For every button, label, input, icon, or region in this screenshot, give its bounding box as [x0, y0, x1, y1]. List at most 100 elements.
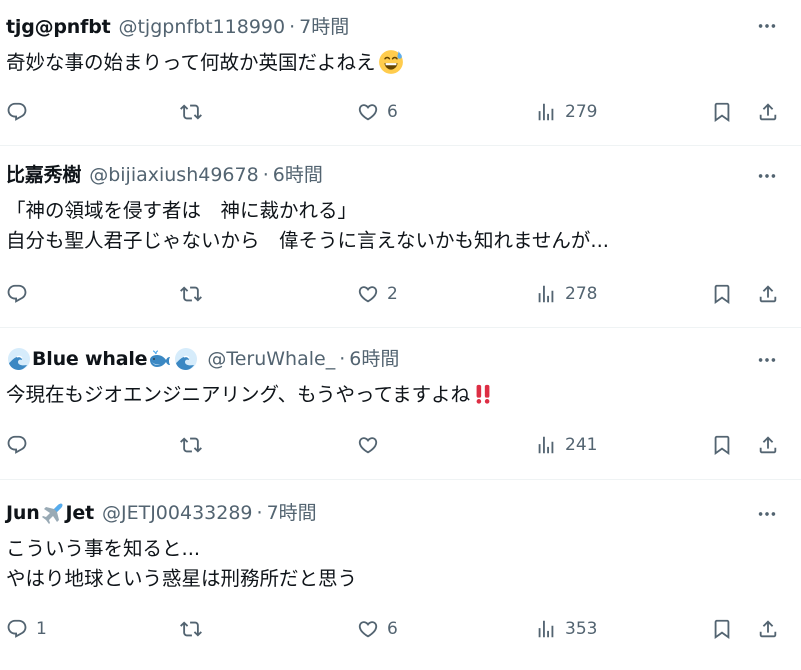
- like-button[interactable]: 6: [357, 97, 398, 127]
- wave-emoji: [174, 347, 198, 371]
- reply-button[interactable]: 1: [6, 614, 47, 644]
- tweet-text-line: こういう事を知ると...: [6, 537, 201, 560]
- bookmark-button[interactable]: [711, 614, 733, 644]
- tweet[interactable]: Blue whale @TeruWhale_ · 6時間 今現在もジオエンジニア…: [0, 328, 801, 480]
- views-button[interactable]: 241: [535, 430, 597, 460]
- timestamp[interactable]: 6時間: [349, 346, 399, 372]
- reply-button[interactable]: [6, 430, 36, 460]
- reply-button[interactable]: [6, 279, 36, 309]
- more-icon[interactable]: [755, 504, 779, 524]
- like-count: 6: [387, 619, 398, 639]
- bookmark-icon: [711, 101, 733, 123]
- share-button[interactable]: [757, 614, 779, 644]
- airplane-emoji: [41, 501, 65, 525]
- user-handle[interactable]: @bijiaxiush49678: [89, 162, 259, 188]
- tweet-text: 「神の領域を侵す者は 神に裁かれる」 自分も聖人君子じゃないから 偉そうに言えな…: [6, 196, 609, 256]
- share-icon: [757, 618, 779, 640]
- tweet-header: Blue whale @TeruWhale_ · 6時間: [6, 346, 399, 372]
- retweet-button[interactable]: [180, 279, 210, 309]
- tweet-text-line: 自分も聖人君子じゃないから 偉そうに言えないかも知れませんが...: [6, 229, 610, 252]
- bookmark-button[interactable]: [711, 430, 733, 460]
- reply-button[interactable]: [6, 97, 36, 127]
- retweet-button[interactable]: [180, 97, 210, 127]
- share-button[interactable]: [757, 430, 779, 460]
- retweet-icon: [180, 434, 202, 456]
- retweet-button[interactable]: [180, 614, 210, 644]
- bookmark-button[interactable]: [711, 279, 733, 309]
- like-button[interactable]: 2: [357, 279, 398, 309]
- separator-dot: ·: [339, 348, 346, 370]
- share-icon: [757, 434, 779, 456]
- heart-icon: [357, 101, 379, 123]
- share-button[interactable]: [757, 97, 779, 127]
- display-name[interactable]: Jun: [6, 500, 40, 526]
- double-exclamation-emoji: [472, 383, 494, 405]
- tweet-text: 今現在もジオエンジニアリング、もうやってますよね: [6, 380, 494, 410]
- display-name[interactable]: tjg@pnfbt: [6, 14, 111, 40]
- like-button[interactable]: 6: [357, 614, 398, 644]
- share-button[interactable]: [757, 279, 779, 309]
- tweet-text-line: やはり地球という惑星は刑務所だと思う: [6, 567, 358, 590]
- views-icon: [535, 618, 557, 640]
- reply-icon: [6, 434, 28, 456]
- heart-icon: [357, 618, 379, 640]
- more-icon[interactable]: [755, 166, 779, 186]
- view-count: 241: [565, 435, 598, 455]
- bookmark-icon: [711, 618, 733, 640]
- bookmark-icon: [711, 434, 733, 456]
- display-name[interactable]: Jet: [66, 500, 95, 526]
- more-icon[interactable]: [755, 16, 779, 36]
- tweet-header: 比嘉秀樹 @bijiaxiush49678 · 6時間: [6, 162, 323, 188]
- bookmark-button[interactable]: [711, 97, 733, 127]
- grinning-sweat-emoji: [378, 49, 404, 75]
- display-name[interactable]: 比嘉秀樹: [6, 162, 81, 188]
- user-handle[interactable]: @TeruWhale_: [207, 346, 335, 372]
- tweet-header: tjg@pnfbt @tjgpnfbt118990 · 7時間: [6, 14, 349, 40]
- action-bar: 241: [0, 430, 801, 460]
- share-icon: [757, 101, 779, 123]
- tweet[interactable]: 比嘉秀樹 @bijiaxiush49678 · 6時間 「神の領域を侵す者は 神…: [0, 146, 801, 328]
- separator-dot: ·: [262, 164, 269, 186]
- reply-count: 1: [36, 619, 47, 639]
- view-count: 278: [565, 284, 598, 304]
- like-button[interactable]: [357, 430, 387, 460]
- action-bar: 2 278: [0, 279, 801, 309]
- tweet-text: こういう事を知ると... やはり地球という惑星は刑務所だと思う: [6, 534, 357, 594]
- timestamp[interactable]: 7時間: [299, 14, 349, 40]
- whale-emoji: [148, 347, 172, 371]
- view-count: 353: [565, 619, 598, 639]
- retweet-icon: [180, 101, 202, 123]
- user-handle[interactable]: @JETJ00433289: [102, 500, 253, 526]
- action-bar: 6 279: [0, 97, 801, 127]
- timestamp[interactable]: 6時間: [273, 162, 323, 188]
- views-icon: [535, 283, 557, 305]
- reply-icon: [6, 618, 28, 640]
- views-button[interactable]: 279: [535, 97, 597, 127]
- tweet-header: Jun Jet @JETJ00433289 · 7時間: [6, 500, 317, 526]
- retweet-icon: [180, 283, 202, 305]
- tweet-text-line: 奇妙な事の始まりって何故か英国だよねえ: [6, 48, 404, 78]
- separator-dot: ·: [289, 16, 296, 38]
- retweet-button[interactable]: [180, 430, 210, 460]
- user-handle[interactable]: @tjgpnfbt118990: [118, 14, 285, 40]
- like-count: 2: [387, 284, 398, 304]
- like-count: 6: [387, 102, 398, 122]
- tweet-text-line: 今現在もジオエンジニアリング、もうやってますよね: [6, 380, 494, 410]
- separator-dot: ·: [256, 502, 263, 524]
- view-count: 279: [565, 102, 598, 122]
- display-name[interactable]: Blue whale: [32, 346, 148, 372]
- views-icon: [535, 434, 557, 456]
- timestamp[interactable]: 7時間: [267, 500, 317, 526]
- heart-icon: [357, 434, 379, 456]
- tweet-text-line: 「神の領域を侵す者は 神に裁かれる」: [6, 199, 358, 222]
- views-button[interactable]: 353: [535, 614, 597, 644]
- views-button[interactable]: 278: [535, 279, 597, 309]
- retweet-icon: [180, 618, 202, 640]
- wave-emoji: [7, 347, 31, 371]
- heart-icon: [357, 283, 379, 305]
- tweet[interactable]: tjg@pnfbt @tjgpnfbt118990 · 7時間 奇妙な事の始まり…: [0, 0, 801, 146]
- more-icon[interactable]: [755, 350, 779, 370]
- tweet[interactable]: Jun Jet @JETJ00433289 · 7時間 こういう事を知ると...…: [0, 480, 801, 670]
- bookmark-icon: [711, 283, 733, 305]
- views-icon: [535, 101, 557, 123]
